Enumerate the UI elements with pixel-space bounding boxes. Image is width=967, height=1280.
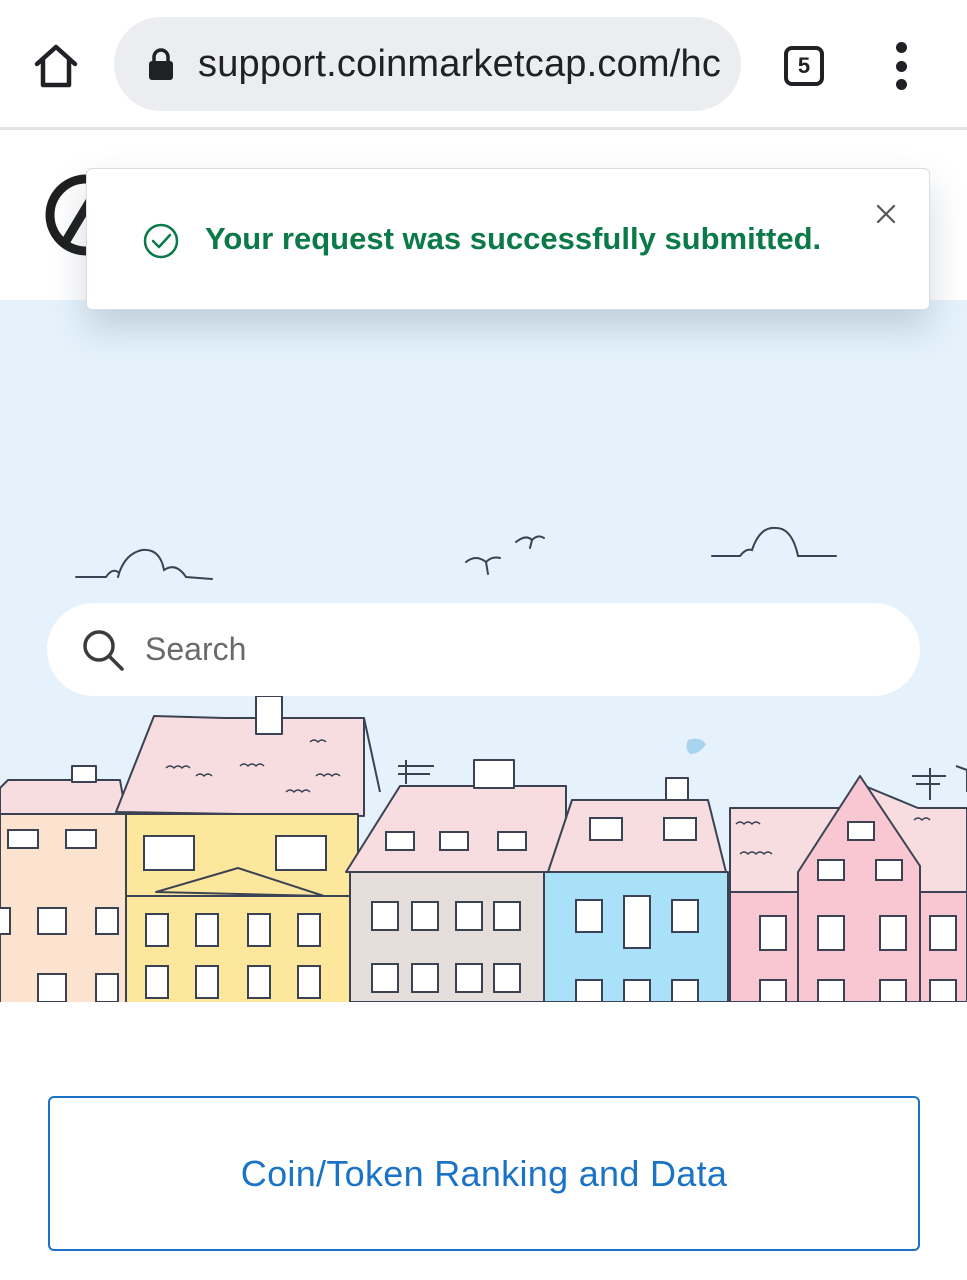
tabs-button[interactable]: 5 (776, 38, 832, 94)
search-icon (83, 629, 124, 671)
url-text: support.coinmarketcap.com/hc (198, 42, 722, 85)
success-toast: Your request was successfully submitted. (86, 168, 930, 310)
browser-toolbar: support.coinmarketcap.com/hc 5 (0, 0, 967, 130)
cloud-icon (711, 526, 837, 557)
toast-message: Your request was successfully submitted. (205, 221, 822, 256)
tabs-icon: 5 (784, 46, 824, 86)
bird-icon (515, 535, 545, 543)
home-icon (34, 44, 78, 88)
cloud-icon (75, 548, 213, 580)
search-input[interactable] (145, 631, 845, 668)
houses-illustration (0, 696, 967, 1002)
more-vertical-icon-dot (895, 42, 907, 53)
more-vertical-icon-dot (895, 79, 907, 90)
tab-count: 5 (797, 53, 811, 78)
search-bar[interactable] (47, 603, 920, 696)
more-vertical-icon-dot (895, 60, 907, 72)
home-button[interactable] (24, 34, 88, 98)
category-label: Coin/Token Ranking and Data (240, 1152, 728, 1194)
more-menu-button[interactable] (876, 36, 926, 96)
hero-banner (0, 300, 967, 1002)
page: support.coinmarketcap.com/hc 5 Search Yo… (0, 0, 967, 1280)
bird-icon (465, 556, 501, 564)
address-bar[interactable]: support.coinmarketcap.com/hc (114, 17, 741, 111)
close-icon[interactable] (871, 199, 901, 229)
lock-icon (146, 46, 176, 82)
check-circle-icon (143, 223, 179, 259)
category-coin-token-ranking[interactable]: Coin/Token Ranking and Data (48, 1096, 920, 1251)
